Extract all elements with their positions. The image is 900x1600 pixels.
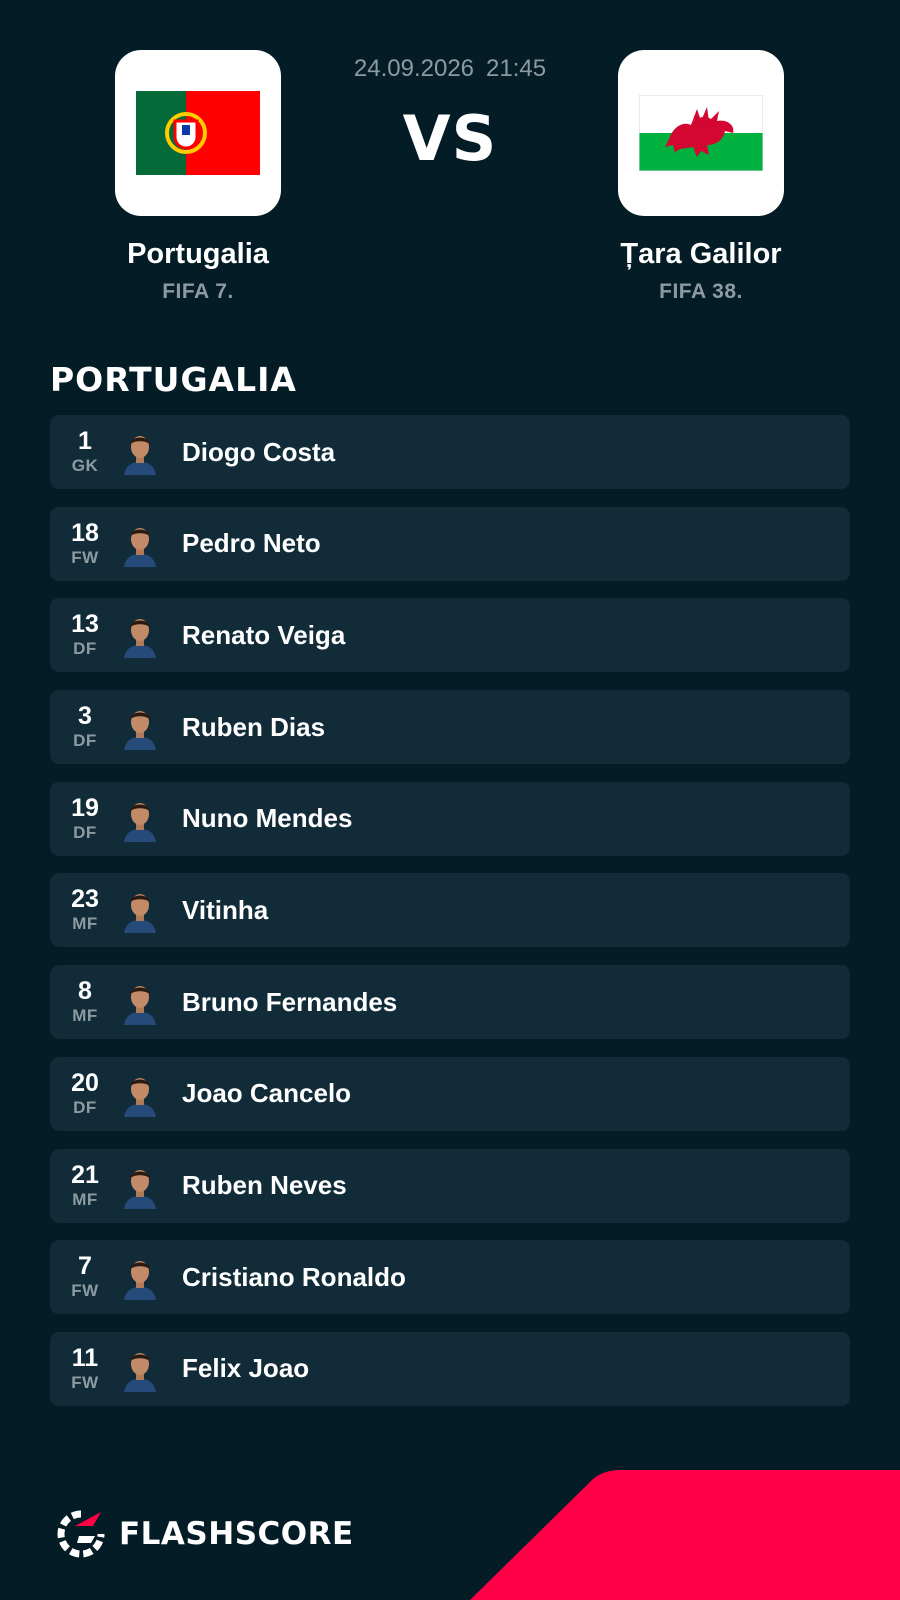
player-number: 18 <box>71 518 99 547</box>
flashscore-brand: FLASHSCORE <box>55 1508 354 1560</box>
lineup-title: PORTUGALIA <box>50 360 297 399</box>
player-photo-icon <box>124 711 156 751</box>
player-photo-icon <box>124 1169 156 1209</box>
player-meta: 11 FW <box>50 1344 120 1394</box>
player-number: 8 <box>78 977 92 1006</box>
brand-name: FLASHSCORE <box>119 1516 354 1552</box>
player-number: 19 <box>71 793 99 822</box>
player-photo-icon <box>124 1352 156 1392</box>
player-row-1[interactable]: 1 GK Diogo Costa <box>50 415 850 489</box>
player-row-2[interactable]: 18 FW Pedro Neto <box>50 506 850 581</box>
player-photo-icon <box>124 894 156 934</box>
player-position: GK <box>71 456 99 475</box>
player-position: DF <box>73 639 97 659</box>
player-position: DF <box>73 822 97 842</box>
flashscore-logo-icon <box>57 1510 105 1558</box>
player-position: FW <box>71 1372 99 1392</box>
player-row-6[interactable]: 23 MF Vitinha <box>50 873 850 948</box>
vs-label: VS <box>402 102 498 175</box>
player-position: MF <box>72 1006 98 1026</box>
player-number: 13 <box>71 610 99 639</box>
player-position: FW <box>71 547 99 567</box>
player-meta: 3 DF <box>50 702 120 752</box>
player-name: Cristiano Ronaldo <box>182 1261 406 1292</box>
player-position: DF <box>73 731 97 751</box>
match-date: 24.09.2026 <box>353 55 475 82</box>
home-team-flag-card[interactable] <box>115 50 281 216</box>
player-meta: 8 MF <box>50 977 120 1027</box>
player-photo-icon <box>124 986 156 1026</box>
player-row-11[interactable]: 11 FW Felix Joao <box>50 1331 850 1406</box>
player-row-4[interactable]: 3 DF Ruben Dias <box>50 690 850 765</box>
away-team-fifa-rank: FIFA 38. <box>659 280 743 303</box>
player-number: 1 <box>78 427 92 455</box>
player-row-5[interactable]: 19 DF Nuno Mendes <box>50 781 850 856</box>
player-meta: 1 GK <box>50 427 120 477</box>
player-name: Renato Veiga <box>182 619 346 650</box>
player-meta: 7 FW <box>50 1252 120 1302</box>
player-name: Joao Cancelo <box>182 1078 352 1109</box>
match-datetime: 24.09.2026 21:45 <box>300 55 600 83</box>
player-meta: 21 MF <box>50 1161 120 1211</box>
player-name: Pedro Neto <box>182 528 321 559</box>
player-photo-icon <box>124 1077 156 1117</box>
player-number: 21 <box>71 1160 99 1189</box>
player-row-3[interactable]: 13 DF Renato Veiga <box>50 598 850 673</box>
away-team-flag-card[interactable] <box>618 50 784 216</box>
player-list: 1 GK Diogo Costa 18 FW Pedro Neto 13 DF <box>50 415 850 1424</box>
player-name: Felix Joao <box>182 1353 310 1384</box>
player-name: Ruben Neves <box>182 1170 347 1200</box>
player-name: Bruno Fernandes <box>182 986 398 1017</box>
player-meta: 13 DF <box>50 610 120 660</box>
player-name: Vitinha <box>182 894 269 925</box>
player-name: Nuno Mendes <box>182 803 353 834</box>
player-meta: 20 DF <box>50 1069 120 1119</box>
player-row-8[interactable]: 20 DF Joao Cancelo <box>50 1056 850 1131</box>
player-photo-icon <box>124 1261 156 1301</box>
player-photo-icon <box>124 619 156 659</box>
portugal-flag-icon <box>136 91 260 175</box>
player-number: 20 <box>71 1068 99 1097</box>
player-position: DF <box>73 1097 97 1117</box>
away-team-name[interactable]: Țara Galilor <box>571 238 831 271</box>
player-meta: 19 DF <box>50 794 120 844</box>
player-photo-icon <box>124 436 156 475</box>
player-meta: 23 MF <box>50 885 120 935</box>
match-time: 21:45 <box>486 55 547 82</box>
player-number: 7 <box>78 1252 92 1281</box>
wales-flag-icon <box>639 95 763 171</box>
home-team-fifa-rank: FIFA 7. <box>162 280 234 303</box>
player-position: MF <box>72 914 98 934</box>
player-position: MF <box>72 1189 98 1209</box>
player-number: 3 <box>78 702 92 731</box>
match-lineup-screen: Portugalia FIFA 7. 24.09.2026 21:45 VS Ța… <box>0 0 900 1600</box>
player-photo-icon <box>124 527 156 567</box>
player-row-9[interactable]: 21 MF Ruben Neves <box>50 1148 850 1223</box>
player-position: FW <box>71 1281 99 1301</box>
home-team-name[interactable]: Portugalia <box>68 238 328 271</box>
brand-accent-shape <box>470 1470 900 1600</box>
player-number: 11 <box>71 1343 99 1372</box>
player-number: 23 <box>71 885 99 914</box>
player-row-7[interactable]: 8 MF Bruno Fernandes <box>50 965 850 1040</box>
player-row-10[interactable]: 7 FW Cristiano Ronaldo <box>50 1240 850 1315</box>
player-name: Diogo Costa <box>182 436 336 467</box>
player-name: Ruben Dias <box>182 711 326 742</box>
player-photo-icon <box>124 802 156 842</box>
player-meta: 18 FW <box>50 519 120 569</box>
